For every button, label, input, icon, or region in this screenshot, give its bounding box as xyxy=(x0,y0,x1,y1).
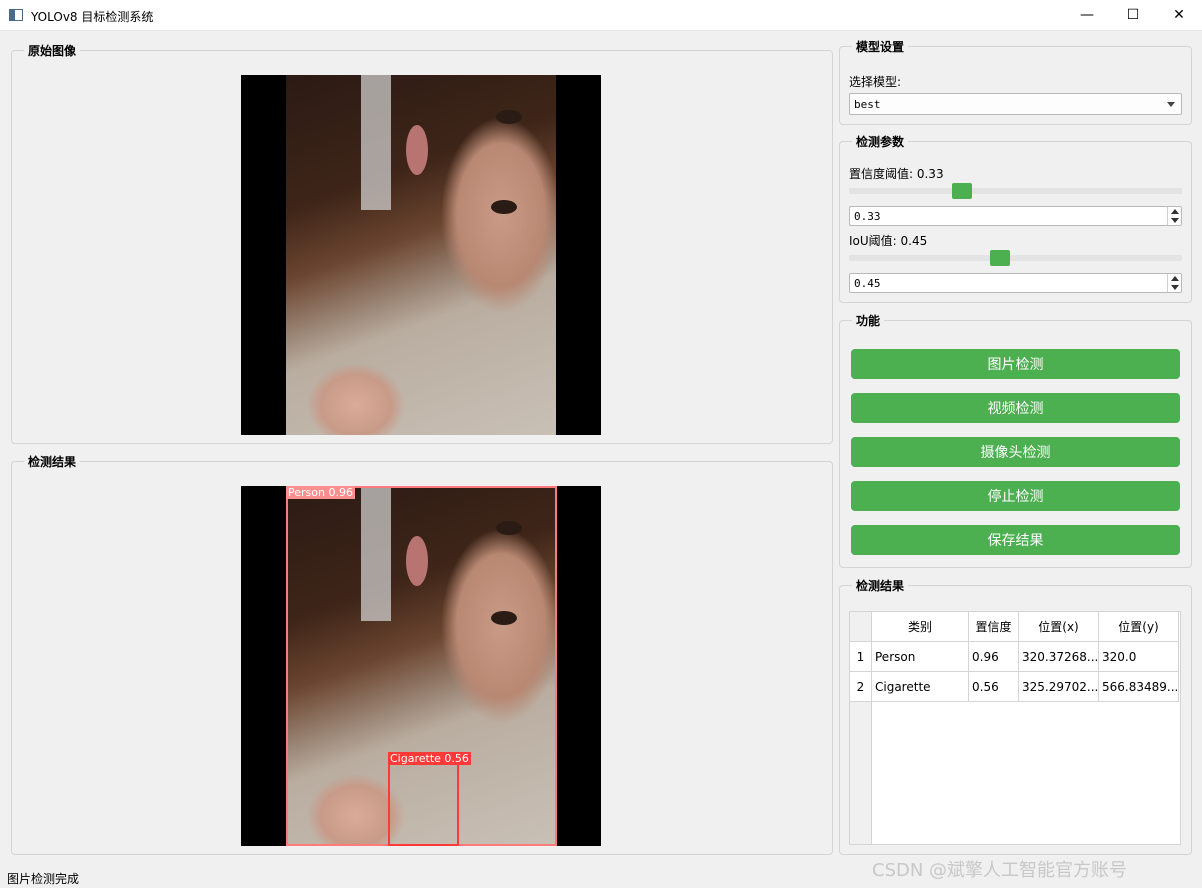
result-image-title: 检测结果 xyxy=(24,453,81,470)
stop-detect-button[interactable]: 停止检测 xyxy=(851,481,1180,511)
iou-threshold-slider[interactable] xyxy=(849,248,1182,268)
video-detect-button[interactable]: 视频检测 xyxy=(851,393,1180,423)
person-detection-label: Person 0.96 xyxy=(286,486,355,499)
row-header-area xyxy=(850,702,872,844)
table-cell[interactable]: Cigarette xyxy=(872,672,969,702)
photo-eye xyxy=(491,200,517,214)
maximize-button[interactable]: ☐ xyxy=(1110,0,1156,30)
row-header[interactable]: 1 xyxy=(850,642,872,672)
arrow-up-icon xyxy=(1171,209,1179,214)
photo-eye xyxy=(496,110,522,124)
conf-threshold-spinbox[interactable]: 0.33 xyxy=(849,206,1182,226)
save-results-button[interactable]: 保存结果 xyxy=(851,525,1180,555)
slider-groove xyxy=(849,255,1182,261)
column-header-class[interactable]: 类别 xyxy=(872,612,969,642)
photo-overlay-card xyxy=(361,75,391,210)
spin-arrows[interactable] xyxy=(1167,207,1181,225)
model-select[interactable]: best xyxy=(849,93,1182,115)
title-bar: YOLOv8 目标检测系统 — ☐ ✕ xyxy=(0,0,1202,31)
watermark: CSDN @斌擎人工智能官方账号 xyxy=(872,860,1128,881)
conf-threshold-value: 0.33 xyxy=(854,210,881,223)
original-image-title: 原始图像 xyxy=(24,42,81,59)
original-image-view xyxy=(241,75,601,435)
table-cell[interactable]: 0.56 xyxy=(969,672,1019,702)
conf-threshold-slider[interactable] xyxy=(849,181,1182,201)
photo-lips xyxy=(406,125,428,175)
status-text: 图片检测完成 xyxy=(7,872,80,886)
model-settings-title: 模型设置 xyxy=(852,38,909,55)
arrow-down-icon xyxy=(1171,285,1179,290)
cigarette-detection-box xyxy=(388,753,459,846)
close-button[interactable]: ✕ xyxy=(1156,0,1202,30)
detect-params-title: 检测参数 xyxy=(852,133,909,150)
slider-handle[interactable] xyxy=(990,250,1010,266)
conf-threshold-label: 置信度阈值: 0.33 xyxy=(849,167,944,181)
table-corner[interactable] xyxy=(850,612,872,642)
cigarette-detection-label: Cigarette 0.56 xyxy=(388,752,471,765)
table-cell[interactable]: 566.83489... xyxy=(1099,672,1179,702)
table-cell[interactable]: 320.37268... xyxy=(1019,642,1099,672)
minimize-button[interactable]: — xyxy=(1064,0,1110,30)
model-select-value: best xyxy=(854,98,881,111)
spin-arrows[interactable] xyxy=(1167,274,1181,292)
iou-threshold-spinbox[interactable]: 0.45 xyxy=(849,273,1182,293)
iou-threshold-value: 0.45 xyxy=(854,277,881,290)
functions-title: 功能 xyxy=(852,312,885,329)
result-image-view: Person 0.96 Cigarette 0.56 xyxy=(241,486,601,846)
slider-groove xyxy=(849,188,1182,194)
arrow-down-icon xyxy=(1171,218,1179,223)
column-header-position-x[interactable]: 位置(x) xyxy=(1019,612,1099,642)
chevron-down-icon xyxy=(1167,102,1175,107)
window-title: YOLOv8 目标检测系统 xyxy=(31,10,154,24)
original-photo xyxy=(286,75,556,435)
results-table[interactable]: 类别 置信度 位置(x) 位置(y) 1 Person 0.96 320.372… xyxy=(849,611,1181,845)
image-detect-button[interactable]: 图片检测 xyxy=(851,349,1180,379)
table-cell[interactable]: Person xyxy=(872,642,969,672)
table-cell[interactable]: 320.0 xyxy=(1099,642,1179,672)
table-cell[interactable]: 0.96 xyxy=(969,642,1019,672)
arrow-up-icon xyxy=(1171,276,1179,281)
row-header[interactable]: 2 xyxy=(850,672,872,702)
column-header-confidence[interactable]: 置信度 xyxy=(969,612,1019,642)
camera-detect-button[interactable]: 摄像头检测 xyxy=(851,437,1180,467)
column-header-position-y[interactable]: 位置(y) xyxy=(1099,612,1179,642)
results-title: 检测结果 xyxy=(852,577,909,594)
iou-threshold-label: IoU阈值: 0.45 xyxy=(849,234,928,248)
model-select-label: 选择模型: xyxy=(849,75,902,89)
table-cell[interactable]: 325.29702... xyxy=(1019,672,1099,702)
app-icon xyxy=(9,9,23,21)
slider-handle[interactable] xyxy=(952,183,972,199)
